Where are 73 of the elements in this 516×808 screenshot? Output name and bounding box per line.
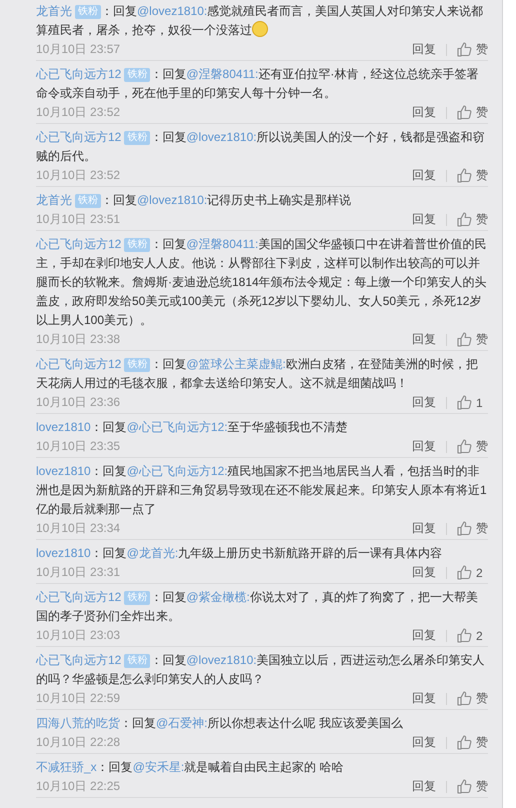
comment-text: 心已飞向远方12 铁粉 ：回复@篮球公主菜虚鲲:欧洲白皮猪，在登陆美洲的时候，把天花病人用过的毛毯衣服，都拿去送给印第安人。这不就是细菌战吗！ [36,356,479,392]
comment-text: lovez1810：回复@龙首光:九年级上册历史书新航路开辟的后一课有具体内容 [36,545,444,562]
like-link[interactable]: 赞 [476,734,488,751]
like-link[interactable]: 2 [476,566,488,580]
reply-link[interactable]: 回复 [412,690,436,707]
thumbs-up-icon[interactable] [457,735,472,750]
comment-time: 10月10日 22:25 [36,778,120,795]
comment-time: 10月10日 23:34 [36,520,120,537]
reply-link[interactable]: 回复 [412,41,436,58]
comment-text: 龙首光 铁粉 ：回复@lovez1810:记得历史书上确实是那样说 [36,192,352,210]
thumbs-up-icon[interactable] [457,105,472,120]
like-link[interactable]: 赞 [476,104,488,121]
reply-link[interactable]: 回复 [412,564,436,581]
comment-time: 10月10日 23:36 [36,394,120,411]
reply-link[interactable]: 回复 [412,520,436,537]
comment-time: 10月10日 23:57 [36,41,120,58]
reply-link[interactable]: 回复 [412,627,436,644]
like-link[interactable]: 2 [476,628,488,642]
comment-text: 心已飞向远方12 铁粉 ：回复@涅磐80411:美国的国父华盛顿口中在讲着普世价值的民主，手却在剥印地安人人皮。他说：从臀部往下剥皮，这样可以制作出较高的可以并腿而长的软靴来。詹姆斯·麦迪逊总统1814年颁布法令规定：每上缴一个印第安人的头盖皮，政府即发给50美元或100美元（杀死12岁以下婴幼儿、女人50美元，杀死12岁以上男人100美元）。 [36,236,488,329]
like-link[interactable]: 赞 [476,41,488,58]
comment-text: 心已飞向远方12 铁粉 ：回复@lovez1810:所以说美国人的没一个好，钱都是强盗和窃贼的后代。 [36,129,486,165]
reply-link[interactable]: 回复 [412,211,436,228]
fan-badge: 铁粉 [75,194,101,208]
thumbs-up-icon[interactable] [457,395,472,410]
thumbs-up-icon[interactable] [457,42,472,57]
comment-time: 10月10日 23:31 [36,564,120,581]
comment-time: 10月10日 23:38 [36,331,120,348]
comment-text: 四海八荒的吃货：回复@石爱神:所以你想表达什么呢 我应该爱美国么 [36,715,404,732]
comment-time: 10月10日 23:35 [36,438,120,455]
thumbs-up-icon[interactable] [457,212,472,227]
reply-link[interactable]: 回复 [412,104,436,121]
like-link[interactable]: 赞 [476,211,488,228]
reply-link[interactable]: 回复 [412,734,436,751]
thumbs-up-icon[interactable] [457,565,472,580]
like-link[interactable]: 赞 [476,167,488,184]
comment-text: 不减狂骄_x：回复@安禾星:就是喊着自由民主起家的 哈哈 [36,759,345,776]
comment-text: 心已飞向远方12 铁粉 ：回复@紫金橄榄:你说太对了，真的炸了狗窝了，把一大帮美国的孝子贤孙们全炸出来。 [36,589,479,625]
like-link[interactable]: 1 [476,396,488,410]
fan-badge: 铁粉 [124,131,150,145]
comment-text: 心已飞向远方12 铁粉 ：回复@lovez1810:美国独立以后，西进运动怎么屠杀印第安人的吗？华盛顿是怎么剥印第安人的人皮吗？ [36,652,486,688]
thumbs-up-icon[interactable] [457,168,472,183]
fan-badge: 铁粉 [124,238,150,252]
thumbs-up-icon[interactable] [457,332,472,347]
reply-link[interactable]: 回复 [412,167,436,184]
fan-badge: 铁粉 [124,654,150,668]
fan-badge: 铁粉 [124,358,150,372]
reply-link[interactable]: 回复 [412,331,436,348]
comment-time: 10月10日 22:59 [36,690,120,707]
fan-badge: 铁粉 [75,5,101,19]
like-link[interactable]: 赞 [476,438,488,455]
comment-time: 10月10日 23:52 [36,104,120,121]
reply-link[interactable]: 回复 [412,778,436,795]
reply-link[interactable]: 回复 [412,394,436,411]
thumbs-up-icon[interactable] [457,521,472,536]
thumbs-up-icon[interactable] [457,628,472,643]
thumbs-up-icon[interactable] [457,691,472,706]
like-link[interactable]: 赞 [476,778,488,795]
like-link[interactable]: 赞 [476,331,488,348]
comment-text: lovez1810：回复@心已飞向远方12:至于华盛顿我也不清楚 [36,419,349,436]
comment-time: 10月10日 23:03 [36,627,120,644]
comment-text: 龙首光 铁粉 ：回复@lovez1810:感觉就殖民者而言，美国人英国人对印第安人来说都算殖民者，屠杀，抢夺，奴役一个没落过 [36,3,484,39]
comment-time: 10月10日 22:28 [36,734,120,751]
comment-text: 心已飞向远方12 铁粉 ：回复@涅磐80411:还有亚伯拉罕·林肯，经这位总统亲手签署命令或亲自动手，死在他手里的印第安人每十分钟一名。 [36,66,480,102]
comment-time: 10月10日 23:51 [36,211,120,228]
fan-badge: 铁粉 [124,68,150,82]
thumbs-up-icon[interactable] [457,439,472,454]
thumbs-up-icon[interactable] [457,779,472,794]
comment-text: lovez1810：回复@心已飞向远方12:殖民地国家不把当地居民当人看，包括当时的非洲也是因为新航路的开辟和三角贸易导致现在还不能发展起来。印第安人原本有将近1亿的最后就剩那一点了 [36,463,488,518]
comment-time: 10月10日 23:52 [36,167,120,184]
fan-badge: 铁粉 [124,591,150,605]
like-link[interactable]: 赞 [476,690,488,707]
like-link[interactable]: 赞 [476,520,488,537]
reply-link[interactable]: 回复 [412,438,436,455]
